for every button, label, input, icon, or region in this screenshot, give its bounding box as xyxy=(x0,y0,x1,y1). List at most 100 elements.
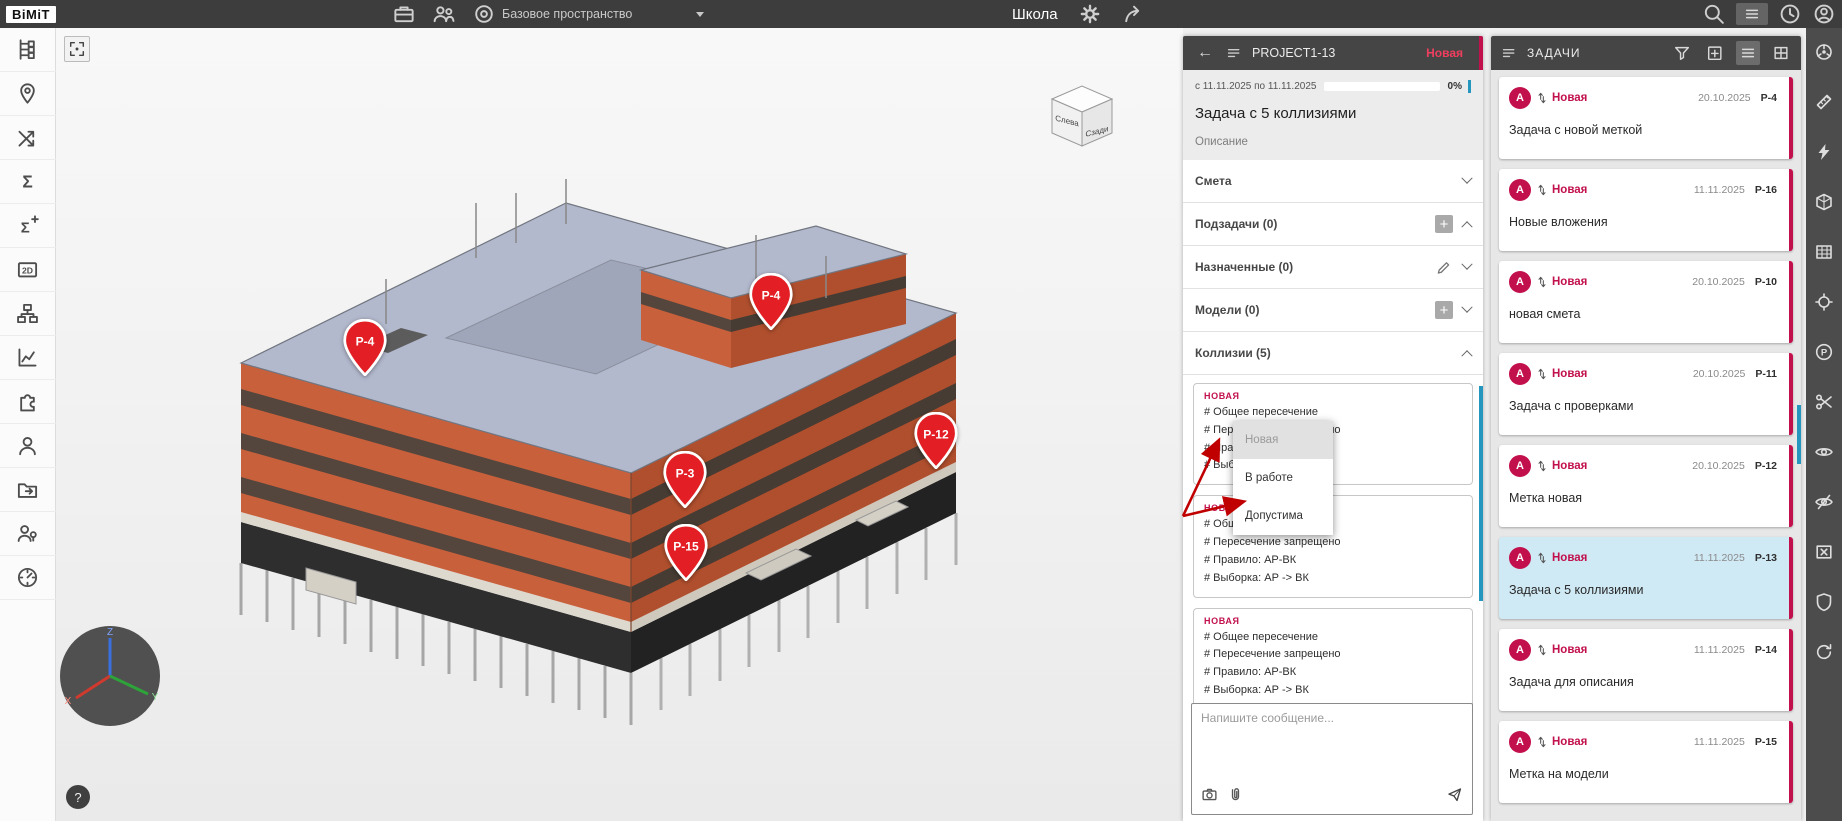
detail-summary: с 11.11.2025 по 11.11.2025 0% Задача с 5… xyxy=(1183,70,1483,160)
add-model-button[interactable]: + xyxy=(1435,301,1453,319)
viewport-3d[interactable]: P-4 P-4 P-3 P-12 P-15 Слева Сзади Z X Y ? xyxy=(56,28,1183,821)
task-card[interactable]: A Новая 11.11.2025 P-15 Метка на модели xyxy=(1499,721,1793,803)
collision-card[interactable]: НОВАЯ # Общее пересечение # Пересечение … xyxy=(1193,608,1473,710)
clash-button[interactable] xyxy=(1812,140,1836,164)
list-view-button[interactable] xyxy=(1736,41,1760,65)
hide-button[interactable] xyxy=(1812,490,1836,514)
right-toolbar: P xyxy=(1806,28,1842,821)
section-assignees[interactable]: Назначенные (0) xyxy=(1183,246,1483,289)
account-button[interactable] xyxy=(1812,2,1836,26)
tool-export-button[interactable] xyxy=(0,468,56,512)
structure-icon xyxy=(16,38,39,61)
refresh-button[interactable] xyxy=(1812,640,1836,664)
section-box-button[interactable] xyxy=(1812,190,1836,214)
map-pin[interactable]: P-3 xyxy=(663,451,707,508)
clear-selection-button[interactable] xyxy=(1812,540,1836,564)
task-card[interactable]: A Новая 11.11.2025 P-16 Новые вложения xyxy=(1499,169,1793,251)
message-input[interactable] xyxy=(1201,711,1463,786)
tool-chart-button[interactable] xyxy=(0,336,56,380)
menu-button[interactable] xyxy=(1736,3,1768,25)
edit-assignees-button[interactable] xyxy=(1433,257,1453,277)
task-date: 20.10.2025 xyxy=(1692,460,1745,472)
filter-button[interactable] xyxy=(1670,41,1694,65)
grid-view-button[interactable] xyxy=(1769,41,1793,65)
avatar: A xyxy=(1509,455,1531,477)
grid-table-button[interactable] xyxy=(1812,240,1836,264)
tool-collisions-button[interactable] xyxy=(0,116,56,160)
section-estimate[interactable]: Смета xyxy=(1183,160,1483,203)
shield-button[interactable] xyxy=(1812,590,1836,614)
axis-gizmo[interactable]: Z X Y xyxy=(58,624,162,728)
workspace-selector[interactable]: Базовое пространство xyxy=(502,0,704,28)
tool-team-location-button[interactable] xyxy=(0,512,56,556)
tool-placemark-button[interactable] xyxy=(0,72,56,116)
task-card[interactable]: A Новая 20.10.2025 P-10 новая смета xyxy=(1499,261,1793,343)
chevron-up-icon[interactable] xyxy=(1461,350,1472,361)
send-button[interactable] xyxy=(1446,786,1463,808)
task-card[interactable]: A Новая 20.10.2025 P-11 Задача с проверк… xyxy=(1499,353,1793,435)
detail-status-badge[interactable]: Новая xyxy=(1426,46,1463,60)
task-card[interactable]: A Новая 20.10.2025 P-12 Метка новая xyxy=(1499,445,1793,527)
list-view-icon xyxy=(1739,44,1757,62)
back-button[interactable]: ← xyxy=(1193,41,1217,65)
task-date: 20.10.2025 xyxy=(1692,276,1745,288)
tool-gauge-button[interactable] xyxy=(0,556,56,600)
placemark-icon xyxy=(16,82,39,105)
history-button[interactable] xyxy=(1778,2,1802,26)
team-button[interactable] xyxy=(432,2,456,26)
toolbox-button[interactable] xyxy=(392,2,416,26)
map-pin[interactable]: P-12 xyxy=(914,412,958,469)
task-card[interactable]: A Новая 11.11.2025 P-13 Задача с 5 колли… xyxy=(1499,537,1793,619)
chevron-down-icon[interactable] xyxy=(1461,302,1472,313)
map-pin[interactable]: P-15 xyxy=(664,524,708,581)
detail-scrollbar-thumb[interactable] xyxy=(1479,386,1483,601)
attach-button[interactable] xyxy=(1227,786,1244,808)
parking-button[interactable]: P xyxy=(1812,340,1836,364)
menu-item-allowed[interactable]: Допустима xyxy=(1233,497,1333,535)
tool-2d-view-button[interactable]: 2D xyxy=(0,248,56,292)
add-task-button[interactable] xyxy=(1703,41,1727,65)
project-name: Школа xyxy=(1012,6,1058,23)
tool-structure-button[interactable] xyxy=(0,28,56,72)
description-label[interactable]: Описание xyxy=(1195,136,1471,148)
add-subtask-button[interactable]: + xyxy=(1435,215,1453,233)
section-cut-button[interactable] xyxy=(1812,390,1836,414)
chevron-up-icon[interactable] xyxy=(1461,221,1472,232)
share-button[interactable] xyxy=(1122,2,1146,26)
tool-estimate-add-button[interactable]: Σ xyxy=(0,204,56,248)
tool-estimate-button[interactable]: Σ xyxy=(0,160,56,204)
fit-view-button[interactable] xyxy=(64,36,90,62)
help-button[interactable]: ? xyxy=(66,785,90,809)
tool-profile-button[interactable] xyxy=(0,424,56,468)
orbit-icon xyxy=(1814,42,1834,62)
orbit-button[interactable] xyxy=(1812,40,1836,64)
map-pin[interactable]: P-4 xyxy=(749,273,793,330)
section-subtasks[interactable]: Подзадачи (0) + xyxy=(1183,203,1483,246)
workspace-ring-button[interactable] xyxy=(472,2,496,26)
chevron-down-icon[interactable] xyxy=(1461,259,1472,270)
search-button[interactable] xyxy=(1702,2,1726,26)
svg-text:P-15: P-15 xyxy=(673,539,699,553)
tasks-scrollbar-thumb[interactable] xyxy=(1797,405,1801,464)
map-pin[interactable]: P-4 xyxy=(343,319,387,376)
show-button[interactable] xyxy=(1812,440,1836,464)
collision-status[interactable]: НОВАЯ xyxy=(1204,391,1462,401)
person-icon xyxy=(16,434,39,457)
tool-plugins-button[interactable] xyxy=(0,380,56,424)
collision-status[interactable]: НОВАЯ xyxy=(1204,616,1462,626)
task-status: Новая xyxy=(1552,552,1587,564)
section-collisions[interactable]: Коллизии (5) xyxy=(1183,332,1483,375)
settings-button[interactable] xyxy=(1078,2,1102,26)
menu-item-in-progress[interactable]: В работе xyxy=(1233,459,1333,497)
task-card[interactable]: A Новая 11.11.2025 P-14 Задача для описа… xyxy=(1499,629,1793,711)
navigation-cube[interactable]: Слева Сзади xyxy=(1041,76,1123,160)
section-models[interactable]: Модели (0) + xyxy=(1183,289,1483,332)
tool-scheme-button[interactable] xyxy=(0,292,56,336)
task-card[interactable]: A Новая 20.10.2025 P-4 Задача с новой ме… xyxy=(1499,77,1793,159)
measure-button[interactable] xyxy=(1812,90,1836,114)
camera-button[interactable] xyxy=(1201,786,1218,808)
chevron-down-icon[interactable] xyxy=(1461,173,1472,184)
section-label: Модели (0) xyxy=(1195,303,1425,317)
menu-item-new[interactable]: Новая xyxy=(1233,421,1333,459)
locate-button[interactable] xyxy=(1812,290,1836,314)
